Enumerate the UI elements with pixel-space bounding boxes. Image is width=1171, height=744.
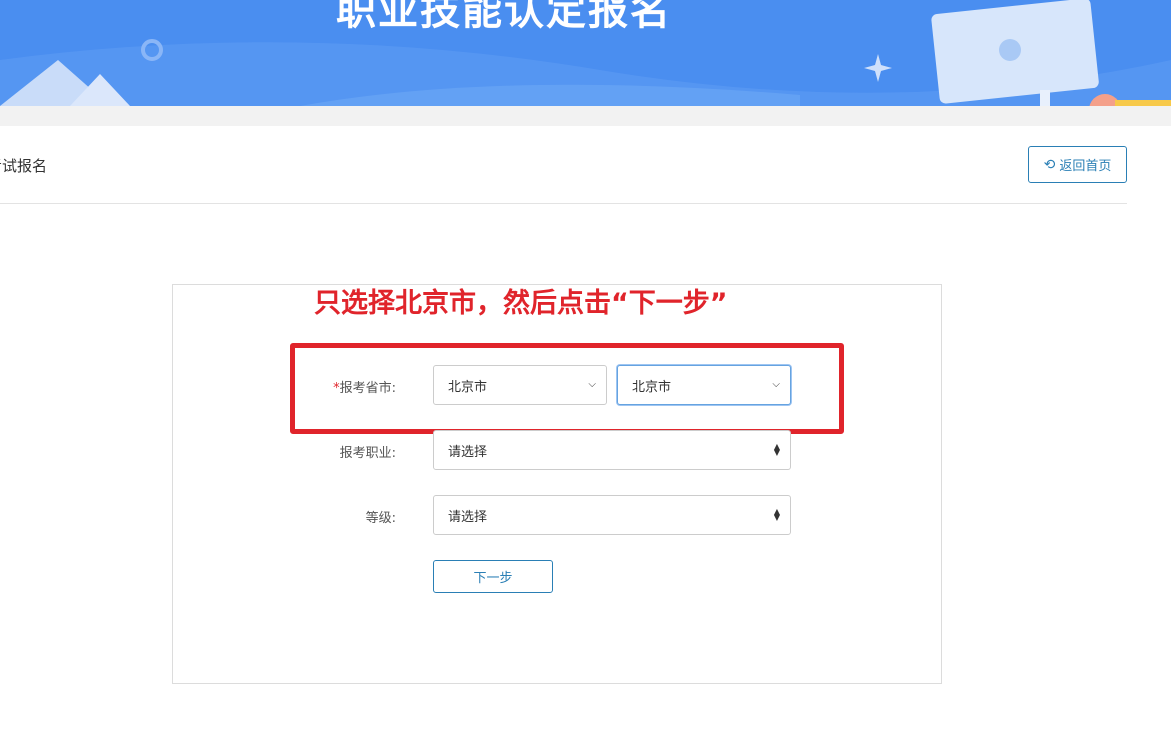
header-banner: 职业技能认定报名 — [0, 0, 1171, 106]
level-label: 等级: — [365, 511, 396, 526]
occupation-select-value: 请选择 — [448, 444, 488, 460]
page-title: 考试报名 — [0, 157, 48, 175]
back-home-button[interactable]: ⟲ 返回首页 — [1028, 146, 1127, 183]
level-select[interactable]: 请选择 ▲ ▼ — [433, 495, 791, 535]
sort-arrows-icon: ▲ ▼ — [773, 442, 780, 457]
banner-title: 职业技能认定报名 — [336, 0, 672, 34]
undo-arrow-icon: ⟲ — [1043, 156, 1056, 173]
level-select-value: 请选择 — [448, 509, 488, 525]
back-home-label: 返回首页 — [1059, 159, 1112, 174]
annotation-highlight-box — [290, 343, 844, 434]
instruction-annotation: 只选择北京市，然后点击“下一步” — [314, 288, 728, 319]
registration-form: 只选择北京市，然后点击“下一步” *报考省市: 北京市 ⌵ 北京市 ⌵ 报考职业… — [172, 284, 942, 684]
content-card: 考试报名 ⟲ 返回首页 只选择北京市，然后点击“下一步” *报考省市: 北京市 … — [0, 126, 1171, 744]
occupation-label: 报考职业: — [339, 446, 396, 461]
occupation-select[interactable]: 请选择 ▲ ▼ — [433, 430, 791, 470]
divider — [0, 203, 1127, 204]
sort-arrows-icon: ▲ ▼ — [773, 507, 780, 522]
next-step-button[interactable]: 下一步 — [433, 560, 553, 593]
